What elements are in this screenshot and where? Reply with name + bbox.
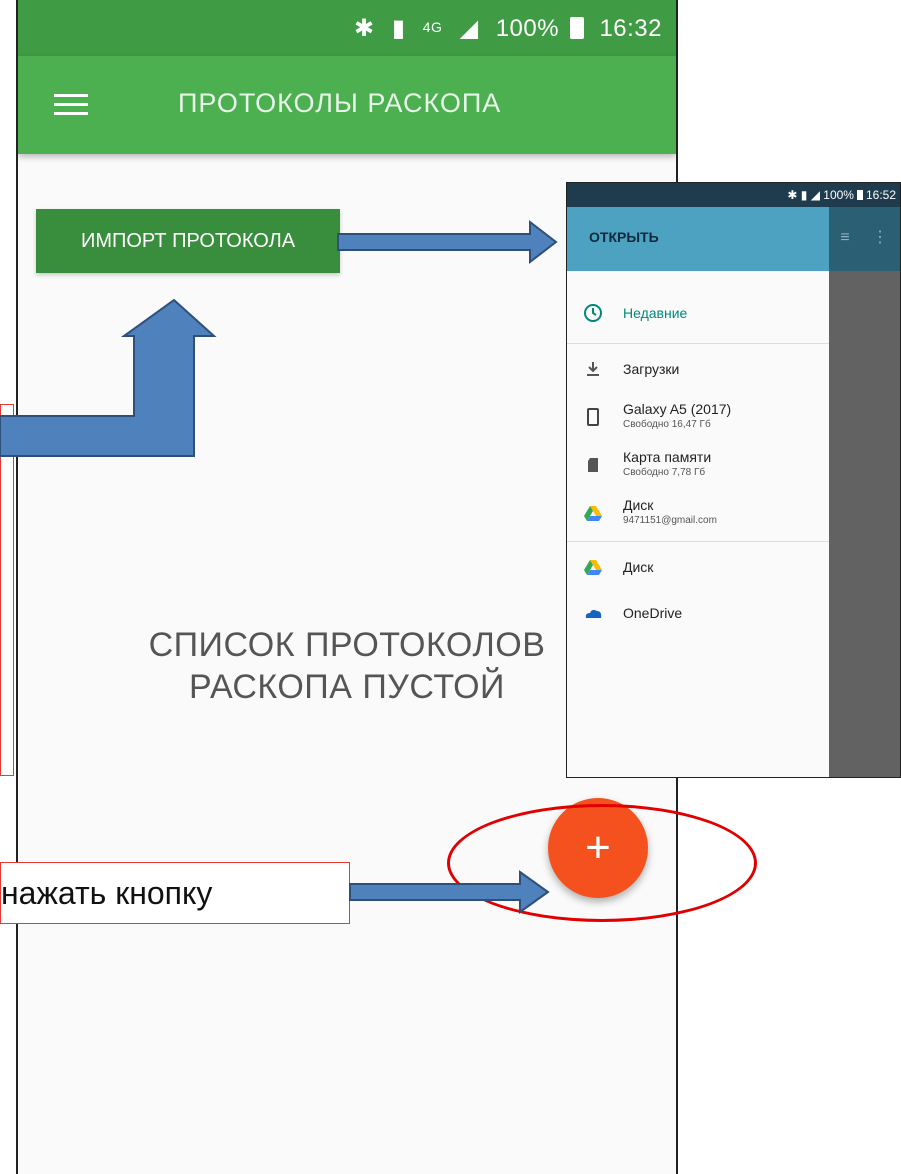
arrow-up-to-import <box>0 298 217 457</box>
annotation-arrows <box>0 219 558 914</box>
arrow-to-fab <box>349 870 550 914</box>
arrow-to-drawer <box>337 219 558 265</box>
